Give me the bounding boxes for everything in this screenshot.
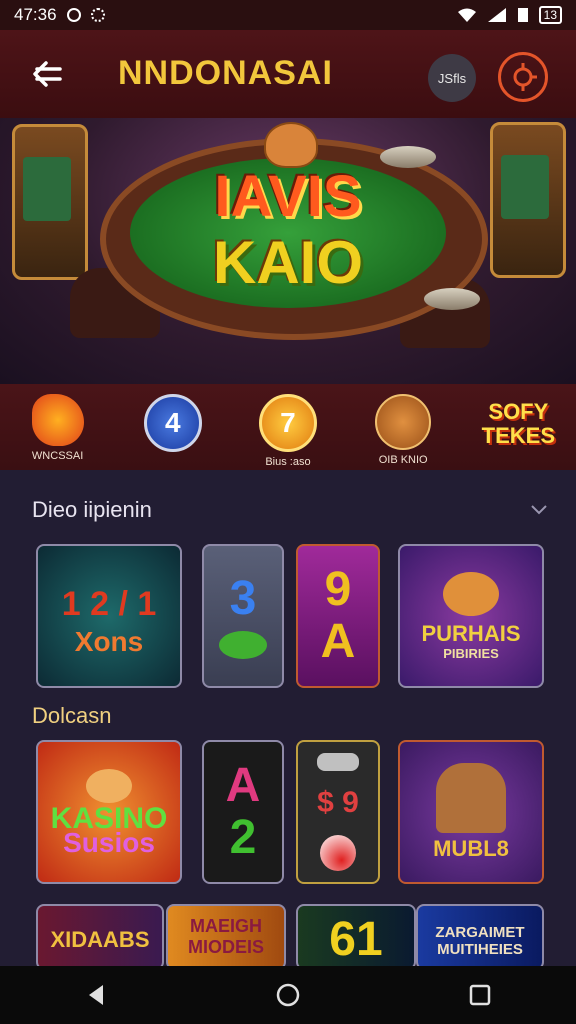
nav-back-button[interactable]	[76, 975, 116, 1015]
category-item[interactable]: 4	[123, 394, 223, 452]
number-7-icon: 7	[258, 394, 317, 452]
tiger-icon	[86, 769, 132, 803]
game-tile[interactable]: 1 2 / 1 Xons	[36, 544, 182, 688]
profile-badge-button[interactable]: JSfls	[428, 54, 476, 102]
wifi-icon	[457, 8, 476, 22]
tiger-icon	[375, 394, 432, 450]
category-item[interactable]: OIB KNIO	[353, 394, 453, 466]
game-tile[interactable]: KASINO Susios	[36, 740, 182, 884]
game-tile[interactable]: MUBL8	[398, 740, 544, 884]
number-4-icon: 4	[143, 394, 202, 452]
category-item[interactable]: 7 Bius :aso	[238, 394, 338, 468]
tile-numbers: $ 9	[317, 786, 359, 819]
game-tile[interactable]: $ 9	[296, 740, 380, 884]
game-tile[interactable]: 9 A	[296, 544, 380, 688]
category-label: OIB KNIO	[378, 454, 428, 466]
game-tile[interactable]: 61	[296, 904, 416, 970]
tile-caption: 2	[229, 811, 257, 864]
tile-numbers: 9	[324, 563, 352, 616]
hero-banner[interactable]: IAVIS KAIO	[0, 118, 576, 384]
ball-icon	[320, 835, 356, 871]
tiger-icon	[443, 571, 499, 616]
clock: 47:36	[14, 5, 57, 24]
battery-icon: 13	[538, 6, 562, 24]
notification-icon	[66, 8, 81, 22]
tile-subcaption: MUITIHEIES	[437, 941, 523, 958]
game-tile[interactable]: A 2	[202, 740, 284, 884]
game-tile[interactable]: XIDAABS	[36, 904, 164, 970]
back-button[interactable]	[30, 58, 66, 90]
app-notification-icon	[90, 8, 105, 22]
category-item[interactable]: WNCSSAI	[8, 394, 108, 462]
section-title: Dolcasn	[32, 703, 112, 728]
characters-image	[436, 763, 506, 833]
tile-caption: MAEIGH	[190, 916, 262, 936]
signal-icon	[487, 8, 506, 22]
nav-recents-button[interactable]	[460, 975, 500, 1015]
tile-numbers: 3	[229, 572, 257, 625]
sim-icon	[517, 8, 528, 22]
tiger-mascot-icon	[264, 122, 318, 168]
game-tile[interactable]: PURHAIS PIBIRIES	[398, 544, 544, 688]
tile-caption: Xons	[74, 626, 144, 657]
lid-icon	[317, 753, 359, 771]
hero-title-line2: KAIO	[213, 229, 363, 296]
tile-caption: MUBL8	[433, 836, 509, 861]
system-nav-bar	[0, 966, 576, 1024]
tile-caption: A	[320, 615, 356, 668]
fire-ball-icon	[31, 394, 84, 446]
status-bar: 47:36 13	[0, 0, 576, 30]
page-title: NNDONASAI	[118, 54, 333, 92]
category-label: WNCSSAI	[31, 450, 84, 462]
tile-numbers: 1 2 / 1	[61, 585, 157, 623]
chevron-down-icon[interactable]	[530, 500, 548, 518]
target-icon	[513, 63, 537, 91]
section-title: Dieo iipienin	[32, 497, 152, 522]
category-label: Bius :aso	[265, 456, 311, 468]
wordart-icon: SOFY TEKES	[481, 399, 556, 448]
game-tile[interactable]: ZARGAIMET MUITIHEIES	[416, 904, 544, 970]
settings-button[interactable]	[498, 52, 548, 102]
category-strip: WNCSSAI 4 7 Bius :aso OIB KNIO SOFY TEKE…	[0, 384, 576, 470]
triangle-back-icon	[89, 985, 103, 1005]
tile-subcaption: MIODEIS	[187, 937, 264, 957]
category-item[interactable]: SOFY TEKES	[468, 394, 568, 448]
tile-numbers: A	[225, 759, 261, 812]
game-tile[interactable]: MAEIGH MIODEIS	[166, 904, 286, 970]
square-recents-icon	[469, 984, 491, 1006]
tile-caption: ZARGAIMET	[435, 924, 525, 941]
tile-caption: XIDAABS	[50, 927, 150, 952]
app-header: NNDONASAI JSfls	[0, 30, 576, 118]
cherry-icon	[219, 631, 267, 659]
game-tile[interactable]: 3	[202, 544, 284, 688]
tile-numbers: 61	[329, 913, 383, 966]
hero-title-line1: IAVIS	[214, 164, 362, 229]
tile-subcaption: PIBIRIES	[443, 645, 499, 661]
back-arrow-icon	[33, 61, 62, 87]
tile-caption: PURHAIS	[421, 620, 521, 646]
nav-home-button[interactable]	[268, 975, 308, 1015]
circle-home-icon	[276, 983, 300, 1007]
tile-subcaption: Susios	[63, 827, 155, 858]
